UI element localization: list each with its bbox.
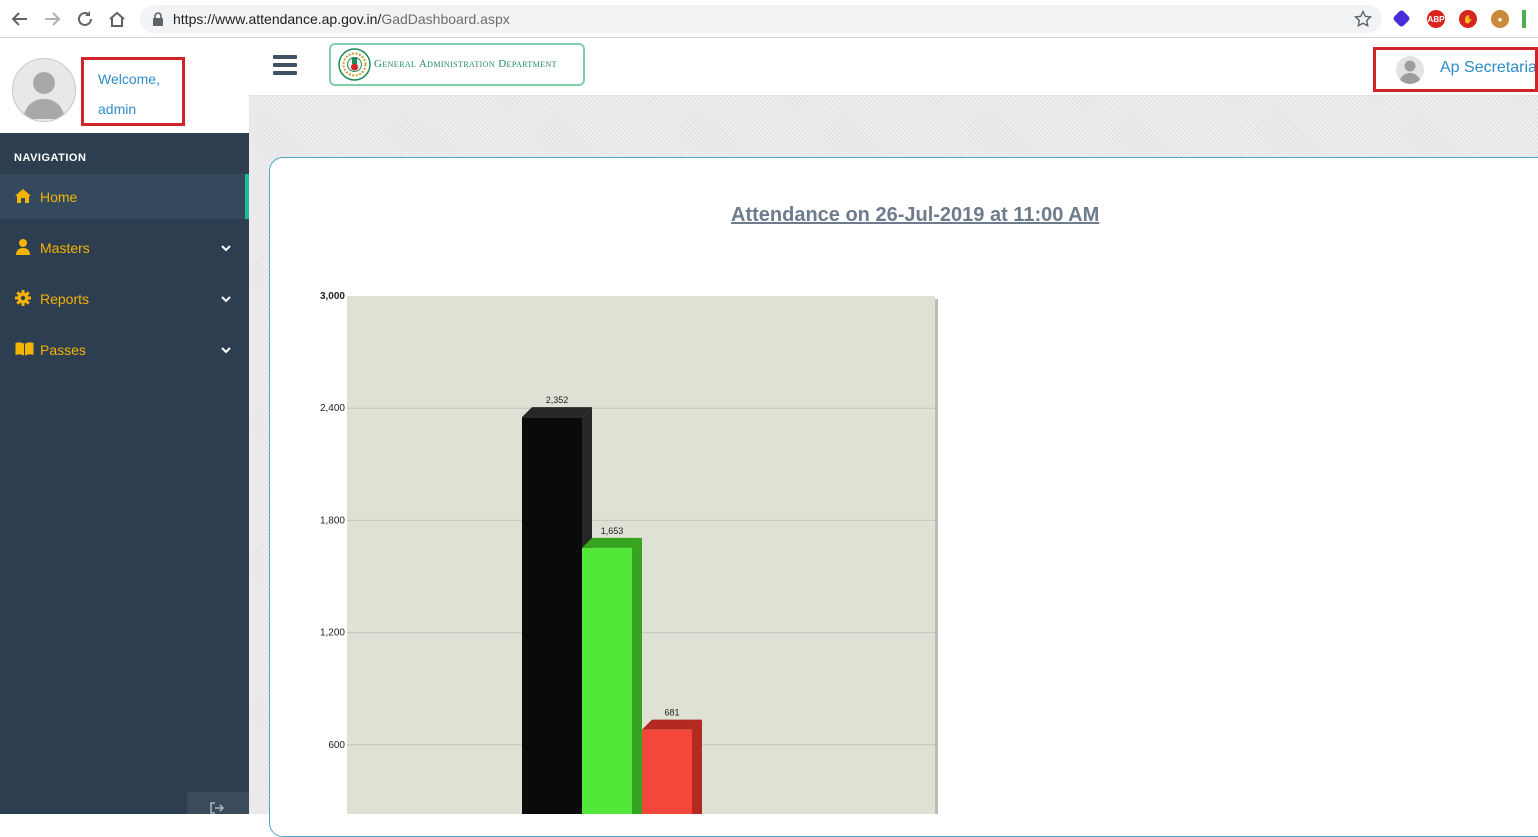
y-tick-label: 3,000	[320, 291, 345, 302]
avatar	[12, 58, 76, 122]
sidebar-item-home[interactable]: Home	[0, 174, 249, 219]
user-menu[interactable]: Ap Secretariat	[1373, 47, 1538, 92]
welcome-label: Welcome,	[98, 71, 160, 87]
chevron-down-icon	[221, 296, 231, 303]
forward-icon[interactable]	[40, 7, 64, 31]
menu-toggle-button[interactable]	[273, 55, 297, 77]
extension-partial-icon[interactable]	[1522, 10, 1526, 28]
y-tick-label: 1,200	[320, 628, 345, 639]
bar	[582, 547, 632, 814]
url-text: https://www.attendance.ap.gov.in/GadDash…	[173, 11, 510, 27]
adblock-icon[interactable]: ABP	[1427, 10, 1445, 28]
attendance-bar-chart: 600 1,200 1,800 2,400 3,000 2,352 1,653 681	[320, 291, 938, 814]
bar-top-face	[642, 719, 702, 730]
chart-title: Attendance on 26-Jul-2019 at 11:00 AM	[731, 204, 1100, 226]
cookie-icon[interactable]: ●	[1491, 10, 1509, 28]
logout-button[interactable]	[187, 792, 249, 814]
emblem-icon	[338, 48, 371, 81]
address-bar[interactable]: https://www.attendance.ap.gov.in/GadDash…	[140, 5, 1382, 33]
sidebar-item-label: Home	[40, 189, 78, 205]
sidebar-item-masters[interactable]: Masters	[0, 225, 249, 270]
bar	[522, 417, 582, 814]
chevron-down-icon	[221, 245, 231, 252]
sidebar-item-label: Reports	[40, 291, 90, 307]
brand-name: General Administration Department	[374, 58, 557, 70]
bar-side-face	[692, 719, 702, 814]
gear-icon	[15, 290, 31, 306]
back-icon[interactable]	[8, 7, 32, 31]
bookmark-star-icon[interactable]	[1354, 10, 1372, 28]
lock-icon	[153, 12, 163, 26]
reload-icon[interactable]	[73, 7, 97, 31]
bar	[642, 729, 692, 814]
top-header: General Administration Department Ap Sec…	[249, 38, 1538, 96]
welcome-message: Welcome, admin	[81, 57, 185, 126]
user-avatar	[1396, 56, 1424, 84]
bar-top-face	[522, 407, 592, 418]
home-page-icon[interactable]	[105, 7, 129, 31]
sidebar-item-label: Masters	[40, 240, 90, 256]
sidebar-item-reports[interactable]: Reports	[0, 276, 249, 321]
welcome-username: admin	[98, 101, 137, 117]
bar-top-face	[582, 537, 642, 548]
brand-logo[interactable]: General Administration Department	[329, 43, 585, 86]
book-icon	[15, 342, 34, 356]
bar-side-face	[632, 537, 642, 814]
user-name: Ap Secretariat	[1440, 59, 1538, 76]
y-tick-label: 2,400	[320, 403, 345, 414]
bar-value-label: 2,352	[546, 395, 569, 405]
chevron-down-icon	[221, 347, 231, 354]
y-tick-label: 600	[328, 740, 345, 751]
extension-diamond-icon[interactable]	[1392, 9, 1411, 28]
y-tick-label: 1,800	[320, 515, 345, 526]
extension-hand-icon[interactable]: ✋	[1459, 10, 1477, 28]
sidebar: NAVIGATION Home Masters Reports Passes	[0, 133, 249, 814]
home-icon	[15, 189, 31, 203]
browser-toolbar: https://www.attendance.ap.gov.in/GadDash…	[0, 0, 1538, 38]
nav-heading: NAVIGATION	[14, 152, 87, 164]
bar-value-label: 1,653	[601, 526, 624, 536]
sidebar-item-label: Passes	[40, 342, 86, 358]
user-icon	[16, 239, 30, 255]
sidebar-item-passes[interactable]: Passes	[0, 327, 249, 372]
sign-out-icon	[210, 802, 224, 814]
bar-value-label: 681	[664, 708, 679, 718]
